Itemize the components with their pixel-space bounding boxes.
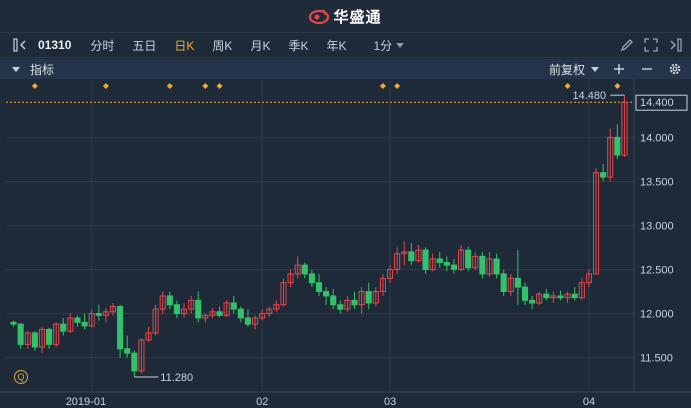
- candle-body: [571, 293, 578, 299]
- minute-dropdown[interactable]: 1分: [373, 37, 405, 54]
- event-marker-icon: [614, 83, 621, 89]
- brand: 华盛通: [309, 6, 381, 27]
- candle-body: [315, 282, 323, 293]
- event-marker-icon: [394, 83, 401, 89]
- price-tick-label: 13.500: [640, 176, 674, 188]
- candle-body: [31, 332, 38, 348]
- price-tick-label: 13.000: [640, 220, 674, 232]
- candle-body: [330, 295, 337, 306]
- candle-body: [95, 313, 102, 316]
- max-price-label: 14.480: [572, 90, 606, 102]
- candle-body: [46, 328, 53, 345]
- event-marker-icon: [564, 83, 571, 89]
- candle-body: [230, 302, 237, 310]
- tab-weekly-k[interactable]: 周K: [212, 37, 232, 54]
- candle-body: [195, 299, 202, 319]
- candle-body: [443, 261, 450, 266]
- tab-monthly-k[interactable]: 月K: [250, 37, 270, 54]
- adjust-dropdown[interactable]: 前复权: [549, 61, 599, 78]
- candle-body: [10, 321, 17, 325]
- candle-body: [124, 348, 131, 354]
- price-tick-label: 12.000: [640, 309, 674, 321]
- candle-body: [600, 172, 607, 178]
- candle-body: [614, 136, 621, 156]
- indicator-bar: 指标 前复权: [0, 59, 691, 79]
- gear-icon[interactable]: [667, 61, 683, 77]
- brand-name: 华盛通: [333, 8, 382, 26]
- candle-body: [521, 286, 529, 301]
- candle-body: [237, 308, 244, 319]
- event-marker-icon: [31, 83, 38, 89]
- toolbar: 01310 分时 五日 日K 周K 月K 季K 年K 1分: [0, 32, 691, 58]
- candle-body: [173, 304, 180, 315]
- candle-body: [131, 352, 138, 372]
- toolbar-actions: [619, 33, 683, 57]
- candle-body: [450, 264, 458, 271]
- indicator-label[interactable]: 指标: [30, 61, 54, 78]
- min-price-label: 11.280: [160, 372, 193, 384]
- date-tick-label: 02: [256, 396, 268, 408]
- zoom-out-icon[interactable]: [639, 61, 655, 77]
- candle-body: [408, 251, 415, 262]
- candle-body: [244, 317, 252, 325]
- zoom-in-icon[interactable]: [611, 61, 627, 77]
- tab-intraday[interactable]: 分时: [90, 37, 114, 54]
- candle-body: [365, 291, 372, 304]
- event-marker-icon: [379, 83, 386, 89]
- brand-logo-icon: [309, 9, 330, 24]
- pencil-icon[interactable]: [619, 37, 635, 53]
- candle-body: [557, 295, 564, 299]
- chevron-down-icon: [396, 42, 405, 48]
- price-tick-label: 12.500: [640, 265, 674, 277]
- candlestick-chart[interactable]: 14.400 14.000 13.500 13.000 12.500 12.000 11.5…: [0, 79, 691, 408]
- q-badge-icon[interactable]: Q: [14, 370, 28, 384]
- candle-body: [529, 299, 536, 304]
- event-marker-icon: [202, 83, 209, 89]
- date-tick-label: 2019-01: [66, 396, 106, 408]
- candle-body: [337, 304, 344, 310]
- panel-collapse-icon[interactable]: [667, 37, 683, 53]
- date-tick-label: 04: [583, 396, 595, 408]
- candle-body: [493, 258, 500, 275]
- event-marker-icon: [216, 83, 223, 89]
- expand-icon[interactable]: [643, 37, 659, 53]
- event-marker-icon: [102, 83, 109, 89]
- chevron-down-icon: [591, 66, 599, 72]
- stock-symbol: 01310: [38, 38, 72, 52]
- tab-five-day[interactable]: 五日: [132, 37, 156, 54]
- candle-body: [166, 295, 173, 306]
- tab-yearly-k[interactable]: 年K: [326, 37, 346, 54]
- price-tick-label: 11.500: [640, 353, 673, 365]
- candle-body: [422, 249, 429, 271]
- candle-body: [60, 323, 67, 332]
- candle-body: [74, 317, 81, 323]
- candle-body: [323, 291, 330, 297]
- tab-quarterly-k[interactable]: 季K: [288, 37, 308, 54]
- price-tick-label: 14.400: [640, 97, 674, 109]
- chart-canvas: 14.400 14.000 13.500 13.000 12.500 12.000 11.5…: [0, 79, 691, 408]
- candle-body: [543, 293, 550, 299]
- candle-body: [351, 299, 358, 306]
- title-bar: 华盛通: [0, 0, 691, 32]
- event-marker-icon: [166, 83, 173, 89]
- minute-label: 1分: [373, 38, 393, 53]
- date-tick-label: 03: [384, 396, 396, 408]
- tab-daily-k[interactable]: 日K: [174, 37, 194, 54]
- candle-body: [81, 321, 88, 327]
- candle-body: [117, 306, 124, 350]
- indicator-actions: 前复权: [549, 59, 683, 79]
- candle-body: [500, 273, 507, 293]
- indicator-toggle-icon[interactable]: [12, 66, 20, 72]
- candle-body: [17, 323, 24, 345]
- candle-body: [479, 255, 486, 275]
- candle-body: [308, 273, 315, 284]
- candle-body: [436, 258, 443, 263]
- price-tick-label: 14.000: [640, 132, 674, 144]
- candle-body: [216, 311, 223, 316]
- candle-body: [514, 277, 521, 288]
- sidebar-toggle-icon[interactable]: [10, 35, 32, 55]
- adjust-label: 前复权: [548, 62, 585, 77]
- candle-body: [301, 264, 308, 275]
- candle-body: [465, 249, 472, 269]
